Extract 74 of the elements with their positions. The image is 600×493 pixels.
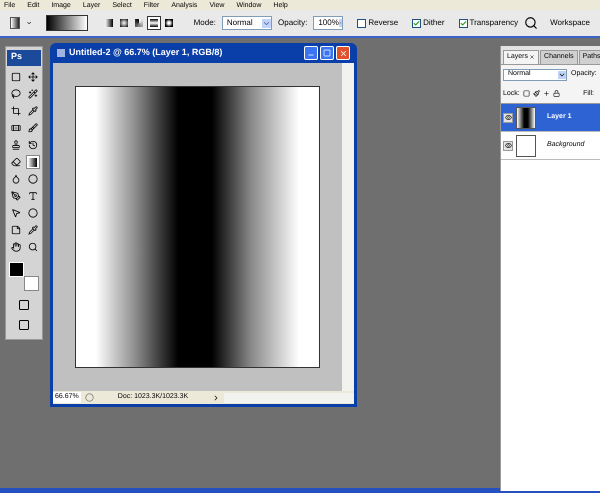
move-icon	[28, 72, 38, 82]
hand-icon	[10, 242, 20, 252]
horizontal-scrollbar[interactable]	[224, 392, 354, 402]
shape-tool-button[interactable]	[26, 206, 40, 220]
picker-icon	[28, 225, 38, 235]
crop-tool-button[interactable]	[8, 104, 22, 118]
workspace-button[interactable]: Workspace	[550, 17, 590, 29]
close-button[interactable]	[336, 46, 350, 60]
layer-thumbnail	[516, 134, 536, 156]
marquee-icon	[10, 72, 20, 82]
opacity-label: Opacity:	[278, 17, 308, 29]
checkbox[interactable]: Reverse	[357, 17, 398, 29]
vertical-scrollbar[interactable]	[342, 63, 354, 391]
caret-icon[interactable]	[26, 19, 32, 27]
mode-label: Mode:	[194, 17, 216, 29]
close-icon	[338, 48, 348, 58]
checkbox-box[interactable]	[357, 18, 366, 28]
dropdown-arrow-icon[interactable]	[262, 18, 272, 28]
foreground-color-swatch[interactable]	[9, 262, 24, 277]
eye-icon[interactable]	[504, 114, 512, 121]
pen-tool-button[interactable]	[8, 189, 22, 203]
status-menu-icon[interactable]	[212, 394, 220, 402]
window-title: Untitled-2 @ 66.7% (Layer 1, RGB/8)	[69, 46, 222, 60]
gradient-type-button[interactable]	[146, 16, 161, 30]
lock-transparency-icon[interactable]	[522, 90, 530, 98]
checkbox[interactable]: Dither	[412, 17, 444, 29]
eye-icon[interactable]	[504, 142, 512, 149]
lasso-icon	[10, 89, 20, 99]
lock-position-icon[interactable]	[542, 90, 550, 98]
lasso-tool-button[interactable]	[8, 87, 22, 101]
layer-thumbnail	[516, 106, 536, 128]
blur-icon	[10, 174, 20, 184]
lock-brush-icon[interactable]	[532, 90, 540, 98]
toolbox-logo: Ps	[7, 50, 41, 66]
zoom-icon	[28, 242, 38, 252]
eraser-icon	[10, 157, 20, 167]
checkbox[interactable]: Transparency	[458, 17, 518, 29]
mode-dropdown[interactable]: Normal	[222, 16, 272, 30]
gradient-tool-button[interactable]	[26, 155, 40, 169]
status-icon	[85, 393, 94, 402]
gradient-tool-icon[interactable]	[10, 17, 20, 29]
checkbox-box[interactable]	[412, 18, 422, 28]
lock-icon[interactable]	[552, 90, 560, 98]
maximize-icon	[323, 49, 331, 57]
notes-icon	[10, 225, 20, 235]
history-icon	[28, 140, 38, 150]
screen-mode-icon[interactable]	[18, 319, 30, 331]
eraser-tool-button[interactable]	[8, 155, 22, 169]
crop-icon	[10, 106, 20, 116]
quick-mask-icon[interactable]	[18, 299, 30, 311]
checkbox-box[interactable]	[458, 18, 468, 28]
shape-icon	[28, 208, 38, 218]
eyedropper-icon	[28, 106, 38, 116]
type-icon	[28, 191, 38, 201]
brush-tool-button[interactable]	[26, 121, 40, 135]
close-icon[interactable]	[529, 54, 536, 60]
brush-icon	[28, 123, 38, 133]
minimize-button[interactable]	[304, 46, 318, 60]
arrow-icon[interactable]	[338, 19, 342, 27]
select-icon	[10, 208, 20, 218]
document-icon	[57, 49, 65, 57]
dropdown-arrow-icon[interactable]	[558, 70, 566, 78]
background-color-swatch[interactable]	[24, 276, 39, 291]
move-tool-button[interactable]	[26, 70, 40, 84]
hand-tool-button[interactable]	[8, 240, 22, 254]
wand-icon	[28, 89, 38, 99]
opacity-field[interactable]: 100%	[313, 16, 344, 30]
maximize-button[interactable]	[320, 46, 334, 60]
stamp-icon	[10, 140, 20, 150]
dodge-tool-button[interactable]	[26, 172, 40, 186]
gradient-picker[interactable]	[46, 15, 88, 31]
pen-icon	[10, 191, 20, 201]
heal-icon	[10, 123, 20, 133]
wand-tool-button[interactable]	[26, 87, 40, 101]
